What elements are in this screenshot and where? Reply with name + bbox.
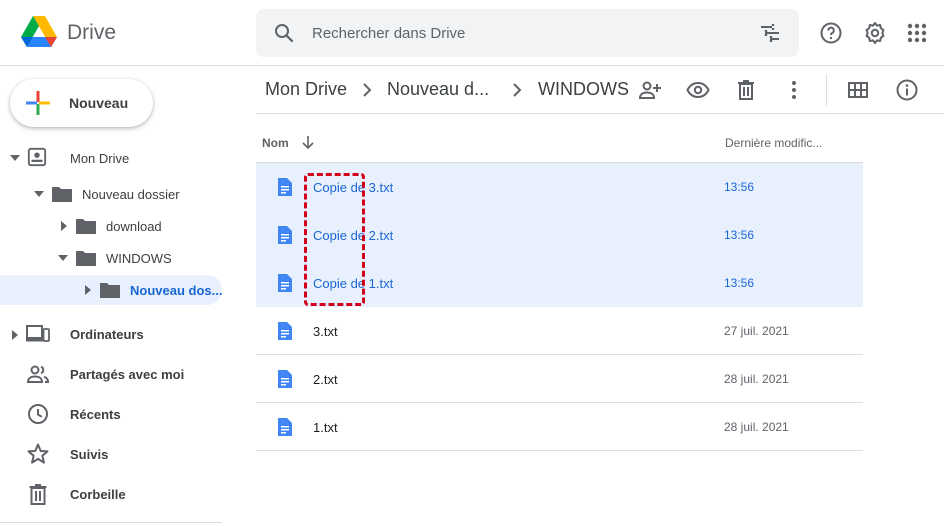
sidebar-item-label: Suivis	[70, 447, 109, 462]
tree-item-label: WINDOWS	[106, 251, 172, 266]
tree-item-my-drive[interactable]: Mon Drive	[0, 143, 222, 173]
sort-arrow-down-icon[interactable]	[300, 134, 316, 150]
caret-right-icon[interactable]	[11, 330, 19, 340]
search-options-icon[interactable]	[758, 21, 782, 45]
computer-icon	[26, 325, 50, 342]
search-input[interactable]	[312, 21, 732, 45]
new-button-label: Nouveau	[69, 95, 129, 111]
drive-logo-icon[interactable]	[20, 14, 58, 50]
tree-item-folder-active[interactable]: Nouveau dos...	[0, 275, 222, 305]
sidebar-item-label: Partagés avec moi	[70, 367, 185, 382]
sidebar-item-starred[interactable]: Suivis	[0, 439, 222, 469]
info-icon[interactable]	[895, 78, 919, 102]
tree-item-label: Mon Drive	[70, 151, 130, 166]
toolbar-divider	[826, 74, 827, 106]
tree-item-folder[interactable]: Nouveau dossier	[0, 179, 222, 209]
top-bar: Drive	[0, 0, 944, 66]
tree-item-folder[interactable]: download	[0, 211, 222, 241]
file-name[interactable]: 1.txt	[313, 420, 338, 435]
document-icon	[278, 370, 292, 388]
document-icon	[278, 274, 292, 292]
chevron-right-icon	[363, 83, 372, 97]
gear-icon[interactable]	[863, 21, 887, 45]
people-icon	[26, 365, 50, 383]
caret-down-icon[interactable]	[58, 254, 68, 262]
table-row[interactable]: 3.txt 27 juil. 2021	[256, 307, 863, 355]
grid-view-icon[interactable]	[846, 78, 870, 102]
caret-right-icon[interactable]	[60, 221, 68, 231]
plus-icon	[26, 91, 50, 115]
my-drive-icon	[27, 147, 47, 167]
help-icon[interactable]	[819, 21, 843, 45]
tree-item-label: Nouveau dos...	[130, 283, 223, 298]
caret-down-icon[interactable]	[34, 190, 44, 198]
search-bar[interactable]	[256, 9, 799, 57]
apps-grid-icon[interactable]	[905, 21, 929, 45]
document-icon	[278, 178, 292, 196]
column-header-name[interactable]: Nom	[262, 136, 289, 150]
sidebar-item-label: Corbeille	[70, 487, 126, 502]
sidebar-item-label: Récents	[70, 407, 121, 422]
file-modified: 28 juil. 2021	[724, 372, 789, 386]
caret-down-icon[interactable]	[10, 154, 20, 162]
folder-icon	[52, 187, 72, 202]
file-name[interactable]: 3.txt	[313, 324, 338, 339]
file-modified: 28 juil. 2021	[724, 420, 789, 434]
document-icon	[278, 322, 292, 340]
trash-icon[interactable]	[734, 78, 758, 102]
sidebar-divider	[0, 522, 222, 523]
brand-name: Drive	[67, 21, 117, 44]
more-vert-icon[interactable]	[782, 78, 806, 102]
preview-eye-icon[interactable]	[686, 78, 710, 102]
chevron-right-icon	[513, 83, 522, 97]
document-icon	[278, 418, 292, 436]
clock-icon	[28, 404, 48, 424]
search-icon[interactable]	[272, 21, 296, 45]
sidebar-item-label: Ordinateurs	[70, 327, 144, 342]
file-modified: 13:56	[724, 228, 755, 242]
breadcrumb-item[interactable]: Mon Drive	[265, 79, 347, 100]
tree-item-folder[interactable]: WINDOWS	[0, 243, 222, 273]
column-header-modified[interactable]: Dernière modific...	[725, 136, 822, 150]
sidebar-item-shared[interactable]: Partagés avec moi	[0, 359, 222, 389]
file-modified: 13:56	[724, 276, 755, 290]
breadcrumb-item[interactable]: Nouveau d...	[387, 79, 489, 100]
folder-icon	[76, 251, 96, 266]
sidebar-item-trash[interactable]: Corbeille	[0, 479, 222, 509]
document-icon	[278, 226, 292, 244]
tree-item-label: Nouveau dossier	[82, 187, 180, 202]
folder-icon	[100, 283, 120, 298]
sidebar-item-computers[interactable]: Ordinateurs	[0, 319, 222, 349]
folder-icon	[76, 219, 96, 234]
star-icon	[27, 443, 49, 464]
sidebar-item-recent[interactable]: Récents	[0, 399, 222, 429]
trash-icon	[29, 484, 47, 505]
table-row[interactable]: 1.txt 28 juil. 2021	[256, 403, 863, 451]
table-row[interactable]: 2.txt 28 juil. 2021	[256, 355, 863, 403]
file-modified: 13:56	[724, 180, 755, 194]
tree-item-label: download	[106, 219, 162, 234]
share-add-person-icon[interactable]	[638, 78, 662, 102]
breadcrumb-current[interactable]: WINDOWS	[538, 79, 629, 100]
new-button[interactable]: Nouveau	[10, 79, 153, 127]
file-modified: 27 juil. 2021	[724, 324, 789, 338]
annotation-highlight-box	[304, 173, 365, 306]
caret-right-icon[interactable]	[84, 285, 92, 295]
file-name[interactable]: 2.txt	[313, 372, 338, 387]
toolbar-divider	[256, 113, 944, 114]
